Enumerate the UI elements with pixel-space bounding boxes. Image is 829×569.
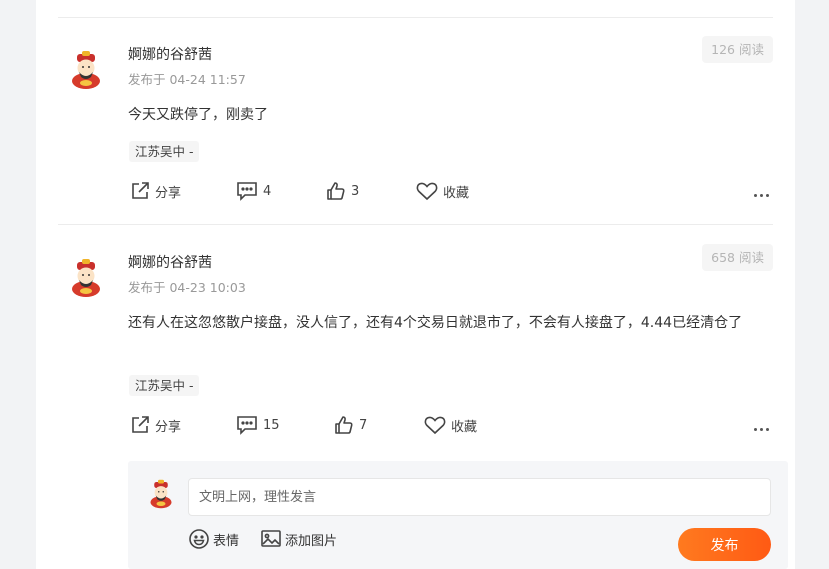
read-count-badge: 126 阅读: [702, 36, 773, 63]
comment-composer: 表情 添加图片 发布: [128, 461, 788, 569]
post-time: 发布于 04-24 11:57: [128, 72, 246, 87]
like-icon: [335, 416, 353, 434]
comment-count: 4: [263, 183, 272, 199]
emoji-button[interactable]: 表情: [188, 527, 239, 551]
comment-button[interactable]: 4: [236, 179, 271, 203]
emoji-icon: [189, 529, 209, 549]
post-item: 婀娜的谷舒茜 发布于 04-23 10:03 658 阅读 还有人在这忽悠散户接盘…: [58, 226, 773, 456]
comment-count: 15: [263, 417, 280, 433]
image-icon: [261, 530, 281, 547]
read-label: 阅读: [738, 42, 764, 57]
current-user-avatar: [150, 479, 172, 509]
more-button[interactable]: [749, 179, 773, 203]
favorite-label: 收藏: [443, 185, 470, 201]
comment-icon: [237, 416, 257, 435]
like-button[interactable]: 7: [334, 413, 367, 437]
comment-icon: [237, 182, 257, 201]
post-actions: 分享 15 7 收藏: [128, 413, 773, 437]
share-label: 分享: [155, 185, 182, 201]
publish-button[interactable]: 发布: [678, 528, 771, 561]
like-icon: [327, 182, 345, 200]
stock-tag[interactable]: 江苏吴中 -: [129, 141, 200, 162]
image-label: 添加图片: [285, 533, 338, 549]
post-time: 发布于 04-23 10:03: [128, 280, 246, 295]
like-count: 3: [351, 183, 360, 199]
add-image-button[interactable]: 添加图片: [260, 527, 337, 551]
emoji-label: 表情: [213, 533, 240, 549]
more-icon: [752, 416, 770, 435]
favorite-button[interactable]: 收藏: [424, 413, 477, 437]
share-label: 分享: [155, 419, 182, 435]
user-avatar[interactable]: [66, 50, 106, 90]
share-icon: [132, 182, 149, 199]
read-label: 阅读: [738, 250, 764, 265]
username[interactable]: 婀娜的谷舒茜: [128, 252, 212, 272]
feed-card: 婀娜的谷舒茜 发布于 04-24 11:57 126 阅读 今天又跌停了，刚卖了 …: [36, 0, 795, 569]
share-button[interactable]: 分享: [130, 179, 181, 203]
like-count: 7: [359, 417, 368, 433]
stock-tag[interactable]: 江苏吴中 -: [129, 375, 200, 396]
user-avatar[interactable]: [66, 258, 106, 298]
post-content: 今天又跌停了，刚卖了: [128, 107, 268, 123]
read-count: 126: [711, 42, 735, 57]
share-icon: [132, 416, 149, 433]
username[interactable]: 婀娜的谷舒茜: [128, 44, 212, 64]
comment-button[interactable]: 15: [236, 413, 280, 437]
post-item: 婀娜的谷舒茜 发布于 04-24 11:57 126 阅读 今天又跌停了，刚卖了 …: [58, 18, 773, 225]
comment-input[interactable]: [188, 478, 771, 516]
favorite-label: 收藏: [451, 419, 478, 435]
read-count: 658: [711, 250, 735, 265]
more-button[interactable]: [749, 413, 773, 437]
post-actions: 分享 4 3 收藏: [128, 179, 773, 203]
heart-icon: [416, 182, 438, 201]
share-button[interactable]: 分享: [130, 413, 181, 437]
more-icon: [752, 182, 770, 201]
like-button[interactable]: 3: [326, 179, 359, 203]
read-count-badge: 658 阅读: [702, 244, 773, 271]
favorite-button[interactable]: 收藏: [416, 179, 469, 203]
heart-icon: [424, 416, 446, 435]
post-content: 还有人在这忽悠散户接盘，没人信了，还有4个交易日就退市了，不会有人接盘了，4.4…: [128, 315, 743, 331]
